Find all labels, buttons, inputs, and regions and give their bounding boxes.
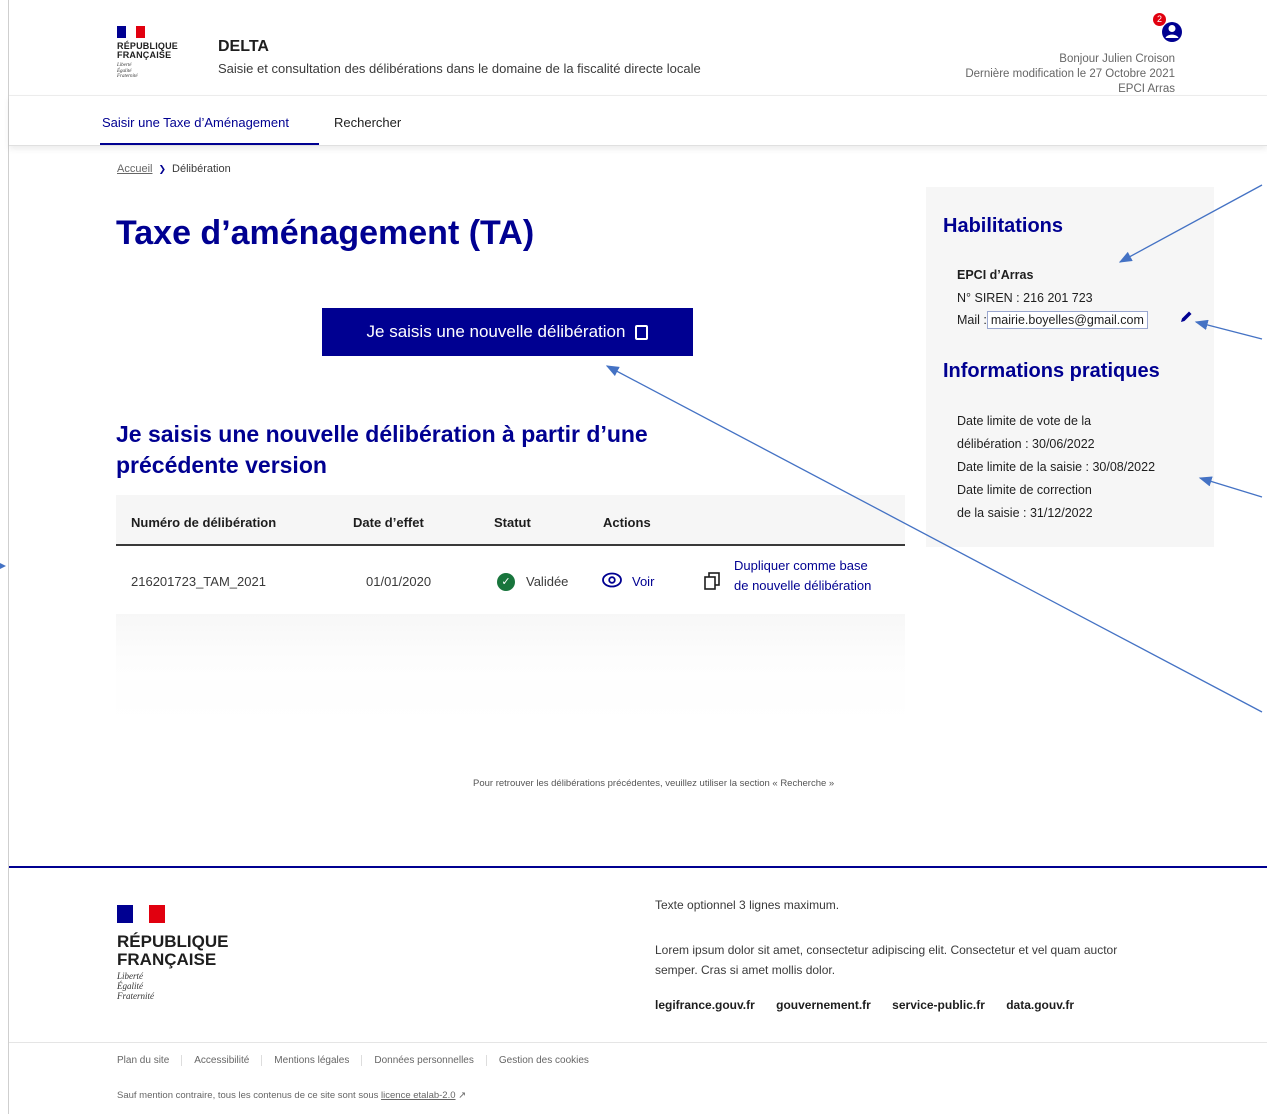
motto-fraternite: Fraternité [117,74,138,79]
notification-badge: 2 [1153,13,1166,26]
logo-motto: Liberté Égalité Fraternité [117,63,178,80]
footer-link-data[interactable]: data.gouv.fr [1006,998,1074,1012]
user-info: Bonjour Julien Croison Dernière modifica… [965,52,1175,97]
info-line: Date limite de correction [957,483,1092,497]
breadcrumb-current: Délibération [172,163,231,175]
footer-description: Lorem ipsum dolor sit amet, consectetur … [655,943,1118,977]
motto-egalite: Égalité [117,981,143,991]
flag-icon [117,26,145,38]
page-title: Taxe d’aménagement (TA) [116,214,535,252]
mail-row: Mail : mairie.boyelles@gmail.com [957,311,1148,329]
motto-liberte: Liberté [117,971,143,981]
info-lines: Date limite de vote de la délibération :… [957,410,1197,525]
copy-icon [635,324,649,340]
breadcrumb: Accueil ❯ Délibération [117,163,231,175]
info-line: de la saisie : 31/12/2022 [957,506,1093,520]
footer-bottom-links: Plan du site Accessibilité Mentions légale… [117,1055,601,1066]
view-link[interactable]: Voir [632,574,654,589]
footer-logo-motto: Liberté Égalité Fraternité [117,971,228,1001]
habilitations-title: Habilitations [943,215,1064,237]
footer-link-service-public[interactable]: service-public.fr [892,998,985,1012]
logo-line2: FRANÇAISE [117,50,172,60]
col-date: Date d’effet [353,515,424,530]
user-greeting: Bonjour Julien Croison [1059,53,1175,65]
logo-text: RÉPUBLIQUE FRANÇAISE [117,42,178,60]
footer-optional-text: Texte optionnel 3 lignes maximum. [655,898,840,912]
last-modified: Dernière modification le 27 Octobre 2021 [965,68,1175,80]
flag-icon [117,905,165,923]
header: RÉPUBLIQUE FRANÇAISE Liberté Égalité Fra… [9,0,1267,96]
license-link[interactable]: licence etalab-2.0 [381,1090,455,1101]
col-statut: Statut [494,515,531,530]
footer: RÉPUBLIQUE FRANÇAISE Liberté Égalité Fra… [9,866,1267,1114]
arrow-marker [0,563,6,569]
footer-bottom-link[interactable]: Mentions légales [261,1055,362,1066]
cell-numero: 216201723_TAM_2021 [131,574,266,589]
app-subtitle: Saisie et consultation des délibérations… [218,61,701,76]
license-prefix: Sauf mention contraire, tous les contenu… [117,1090,379,1101]
org-name: EPCI d’Arras [957,268,1034,282]
footer-logo-line1: RÉPUBLIQUE [117,932,229,951]
mail-label: Mail : [957,313,987,327]
cell-statut: Validée [526,574,569,589]
footer-bottom-link[interactable]: Données personnelles [361,1055,486,1066]
nav-active-indicator [100,143,319,145]
duplicate-icon [704,572,720,590]
col-numero: Numéro de délibération [131,515,277,530]
footer-links: legifrance.gouv.fr gouvernement.fr servi… [655,998,1092,1012]
info-line: Date limite de la saisie : 30/08/2022 [957,460,1156,474]
new-deliberation-button[interactable]: Je saisis une nouvelle délibération [322,308,693,356]
app-title[interactable]: DELTA [218,38,269,56]
new-deliberation-label: Je saisis une nouvelle délibération [366,322,626,341]
footer-logo-line2: FRANÇAISE [117,950,217,969]
motto-fraternite: Fraternité [117,991,154,1001]
check-circle-icon: ✓ [497,573,515,591]
footer-logo-text: RÉPUBLIQUE FRANÇAISE [117,933,228,969]
table-row: 216201723_TAM_2021 01/01/2020 ✓ Validée … [116,546,905,614]
nav-item-saisir[interactable]: Saisir une Taxe d’Aménagement [102,115,289,130]
cell-date: 01/01/2020 [366,574,432,589]
pencil-icon[interactable] [1179,310,1193,324]
col-actions: Actions [603,515,651,530]
footer-bottom-link[interactable]: Gestion des cookies [485,1055,601,1066]
table-fade [116,614,905,724]
footer-license: Sauf mention contraire, tous les contenu… [117,1090,466,1101]
info-line: Date limite de vote de la [957,414,1092,428]
siren-number: N° SIREN : 216 201 723 [957,291,1093,305]
duplicate-link[interactable]: Dupliquer comme base de nouvelle délibér… [734,556,871,596]
republique-francaise-logo[interactable]: RÉPUBLIQUE FRANÇAISE Liberté Égalité Fra… [117,26,178,80]
footer-bottom-link[interactable]: Plan du site [117,1055,181,1066]
chevron-right-icon: ❯ [158,164,167,174]
footer-bottom-link[interactable]: Accessibilité [181,1055,262,1066]
nav-item-rechercher[interactable]: Rechercher [334,115,401,130]
footer-link-legifrance[interactable]: legifrance.gouv.fr [655,998,755,1012]
footer-link-gouvernement[interactable]: gouvernement.fr [776,998,871,1012]
footer-logo[interactable]: RÉPUBLIQUE FRANÇAISE Liberté Égalité Fra… [117,905,228,1001]
mail-field[interactable]: mairie.boyelles@gmail.com [986,311,1148,329]
main-nav: Saisir une Taxe d’Aménagement Rechercher [9,96,1267,146]
user-organization: EPCI Arras [1118,83,1175,95]
eye-icon [602,572,622,588]
table-header: Numéro de délibération Date d’effet Stat… [116,495,905,546]
page: RÉPUBLIQUE FRANÇAISE Liberté Égalité Fra… [0,0,1267,1114]
search-hint: Pour retrouver les délibérations précéde… [473,778,835,789]
info-sidebar: Habilitations EPCI d’Arras N° SIREN : 21… [926,187,1214,547]
user-account-button[interactable]: 2 [1153,13,1183,43]
info-title: Informations pratiques [943,360,1160,382]
duplicate-label-line2: de nouvelle délibération [734,578,872,593]
duplicate-label-line1: Dupliquer comme base [734,558,868,573]
deliberations-table: Numéro de délibération Date d’effet Stat… [116,495,905,724]
footer-divider [9,1042,1267,1043]
breadcrumb-home[interactable]: Accueil [117,163,152,175]
info-line: délibération : 30/06/2022 [957,437,1095,451]
section-title: Je saisis une nouvelle délibération à pa… [116,421,648,478]
external-link-icon: ↗ [458,1090,467,1101]
